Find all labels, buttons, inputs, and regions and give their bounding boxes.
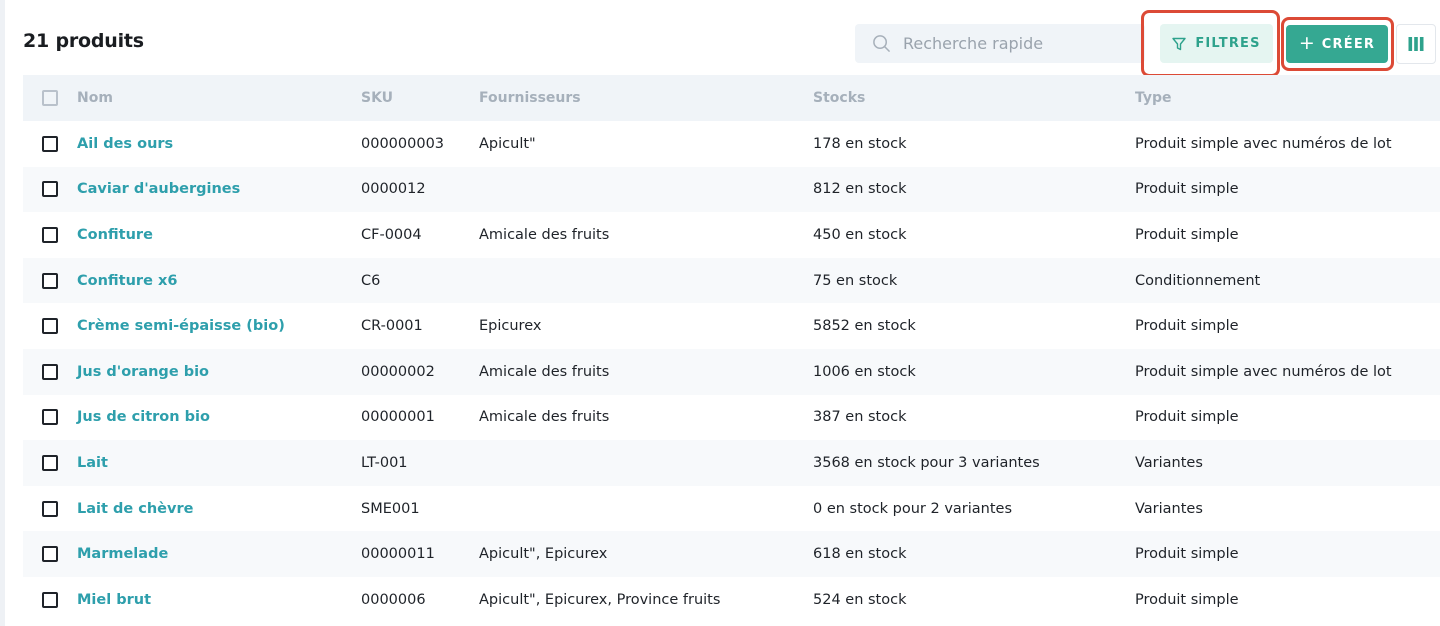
- product-suppliers: Apicult": [479, 135, 536, 152]
- table-row[interactable]: Crème semi-épaisse (bio) CR-0001 Epicure…: [23, 303, 1440, 349]
- row-checkbox[interactable]: [41, 318, 58, 335]
- highlight-box-create: [1281, 17, 1394, 71]
- table-row[interactable]: Jus d'orange bio 00000002 Amicale des fr…: [23, 348, 1440, 395]
- row-checkbox[interactable]: [41, 500, 58, 517]
- product-stock: 178 en stock: [813, 135, 907, 152]
- search-box[interactable]: [855, 24, 1145, 63]
- product-sku: 00000011: [361, 546, 435, 563]
- product-type: Variantes: [1135, 500, 1203, 517]
- product-suppliers: Epicurex: [479, 318, 542, 335]
- product-stock: 618 en stock: [813, 546, 907, 563]
- product-suppliers: Amicale des fruits: [479, 363, 610, 380]
- product-sku: C6: [361, 272, 381, 289]
- product-name-link[interactable]: Jus d'orange bio: [77, 364, 209, 380]
- row-checkbox[interactable]: [41, 454, 58, 471]
- product-name-link[interactable]: Ail des ours: [77, 136, 173, 152]
- header-checkbox-cell: [23, 75, 77, 121]
- product-type: Produit simple: [1135, 546, 1239, 563]
- product-name-link[interactable]: Confiture x6: [77, 273, 177, 289]
- product-stock: 1006 en stock: [813, 363, 916, 380]
- product-type: Produit simple: [1135, 318, 1239, 335]
- row-checkbox[interactable]: [41, 272, 58, 289]
- product-type: Produit simple avec numéros de lot: [1135, 363, 1392, 380]
- product-stock: 387 en stock: [813, 409, 907, 426]
- table-header: Nom SKU Fournisseurs Stocks Type: [23, 75, 1440, 121]
- product-stock: 3568 en stock pour 3 variantes: [813, 454, 1040, 471]
- table-row[interactable]: Confiture CF-0004 Amicale des fruits 450…: [23, 212, 1440, 258]
- product-suppliers: Amicale des fruits: [479, 226, 610, 243]
- product-sku: LT-001: [361, 454, 408, 471]
- table-row[interactable]: Lait de chèvre SME001 0 en stock pour 2 …: [23, 486, 1440, 532]
- product-name-link[interactable]: Caviar d'aubergines: [77, 181, 240, 197]
- column-header-sku[interactable]: SKU: [361, 75, 393, 121]
- product-name-link[interactable]: Jus de citron bio: [77, 409, 210, 425]
- product-type: Produit simple avec numéros de lot: [1135, 135, 1392, 152]
- product-sku: CR-0001: [361, 318, 423, 335]
- product-sku: 00000002: [361, 363, 435, 380]
- columns-icon: [1408, 37, 1424, 51]
- select-all-checkbox[interactable]: [41, 90, 58, 106]
- table-row[interactable]: Jus de citron bio 00000001 Amicale des f…: [23, 395, 1440, 441]
- product-sku: 0000006: [361, 591, 426, 608]
- products-page: 21 produits FILTRES + CRÉER: [0, 0, 1440, 626]
- product-stock: 524 en stock: [813, 591, 907, 608]
- page-title: 21 produits: [23, 30, 144, 52]
- product-stock: 812 en stock: [813, 181, 907, 198]
- column-header-type[interactable]: Type: [1135, 75, 1172, 121]
- product-type: Produit simple: [1135, 591, 1239, 608]
- left-edge-divider: [0, 0, 5, 626]
- product-sku: CF-0004: [361, 226, 422, 243]
- column-header-stocks[interactable]: Stocks: [813, 75, 865, 121]
- product-suppliers: Amicale des fruits: [479, 409, 610, 426]
- products-table: Nom SKU Fournisseurs Stocks Type Ail des…: [23, 75, 1440, 623]
- product-stock: 5852 en stock: [813, 318, 916, 335]
- product-name-link[interactable]: Confiture: [77, 227, 153, 243]
- row-checkbox[interactable]: [41, 546, 58, 563]
- product-name-link[interactable]: Lait de chèvre: [77, 501, 193, 517]
- row-checkbox[interactable]: [41, 363, 58, 380]
- product-type: Conditionnement: [1135, 272, 1261, 289]
- product-type: Produit simple: [1135, 409, 1239, 426]
- row-checkbox[interactable]: [41, 409, 58, 426]
- search-icon: [873, 35, 890, 52]
- product-stock: 450 en stock: [813, 226, 907, 243]
- product-type: Produit simple: [1135, 226, 1239, 243]
- table-row[interactable]: Miel brut 0000006 Apicult", Epicurex, Pr…: [23, 577, 1440, 623]
- table-row[interactable]: Confiture x6 C6 75 en stock Conditionnem…: [23, 257, 1440, 304]
- product-suppliers: Apicult", Epicurex: [479, 546, 608, 563]
- table-row[interactable]: Ail des ours 000000003 Apicult" 178 en s…: [23, 121, 1440, 167]
- table-row[interactable]: Lait LT-001 3568 en stock pour 3 variant…: [23, 440, 1440, 486]
- product-stock: 75 en stock: [813, 272, 898, 289]
- search-input[interactable]: [903, 24, 1133, 63]
- product-sku: 0000012: [361, 181, 426, 198]
- column-header-name[interactable]: Nom: [77, 75, 113, 121]
- product-sku: 000000003: [361, 135, 445, 152]
- column-header-suppliers[interactable]: Fournisseurs: [479, 75, 581, 121]
- product-suppliers: Apicult", Epicurex, Province fruits: [479, 591, 721, 608]
- row-checkbox[interactable]: [41, 181, 58, 198]
- product-sku: 00000001: [361, 409, 435, 426]
- table-row[interactable]: Marmelade 00000011 Apicult", Epicurex 61…: [23, 531, 1440, 577]
- product-type: Produit simple: [1135, 181, 1239, 198]
- table-row[interactable]: Caviar d'aubergines 0000012 812 en stock…: [23, 166, 1440, 213]
- product-name-link[interactable]: Marmelade: [77, 546, 168, 562]
- table-body: Ail des ours 000000003 Apicult" 178 en s…: [23, 121, 1440, 623]
- product-stock: 0 en stock pour 2 variantes: [813, 500, 1013, 517]
- product-sku: SME001: [361, 500, 420, 517]
- product-name-link[interactable]: Crème semi-épaisse (bio): [77, 318, 285, 334]
- product-type: Variantes: [1135, 454, 1203, 471]
- product-name-link[interactable]: Lait: [77, 455, 108, 471]
- highlight-box-filters: [1141, 10, 1280, 77]
- row-checkbox[interactable]: [41, 591, 58, 608]
- row-checkbox[interactable]: [41, 226, 58, 243]
- columns-button[interactable]: [1396, 24, 1436, 64]
- product-name-link[interactable]: Miel brut: [77, 592, 151, 608]
- row-checkbox[interactable]: [41, 135, 58, 152]
- toolbar: 21 produits FILTRES + CRÉER: [0, 0, 1440, 77]
